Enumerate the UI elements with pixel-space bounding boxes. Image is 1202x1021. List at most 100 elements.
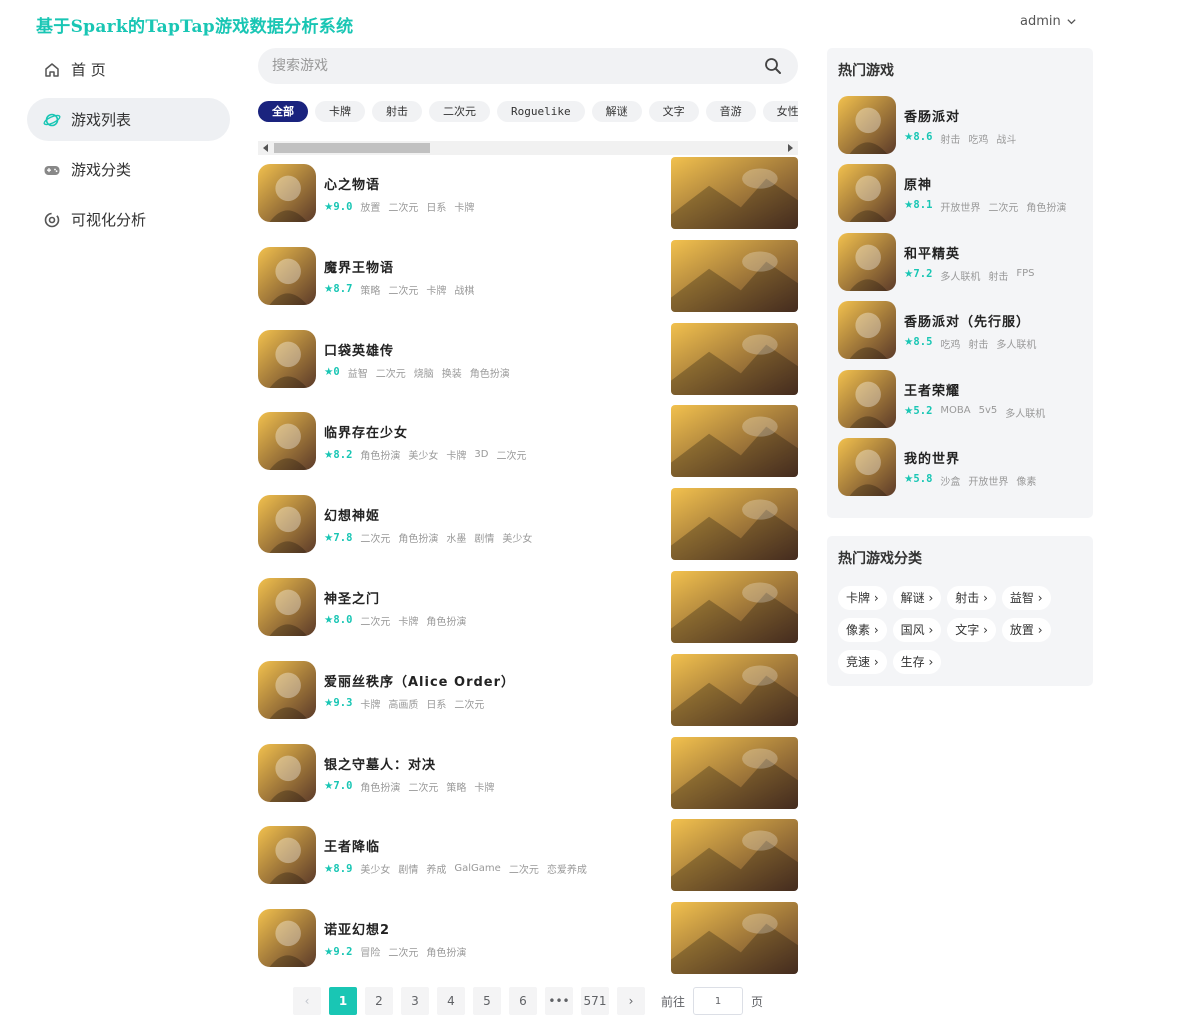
- game-icon[interactable]: [258, 329, 316, 388]
- scroll-left-icon[interactable]: [263, 144, 268, 152]
- tag-chip[interactable]: Roguelike: [497, 101, 585, 122]
- hot-game-name[interactable]: 和平精英: [904, 243, 960, 262]
- category-chip[interactable]: 文字 ›: [947, 618, 996, 642]
- game-icon[interactable]: [258, 909, 316, 968]
- game-banner[interactable]: [671, 819, 798, 892]
- category-chip[interactable]: 放置 ›: [1001, 618, 1051, 642]
- game-banner[interactable]: [671, 157, 798, 229]
- page-button[interactable]: 3: [401, 987, 429, 1015]
- tag-scrollbar[interactable]: [258, 141, 798, 155]
- hot-game-name[interactable]: 香肠派对: [904, 106, 960, 125]
- game-row[interactable]: 心之物语 ★9.0 放置 二次元 日系 卡牌: [258, 157, 798, 247]
- tag-chip[interactable]: 音游: [705, 101, 756, 122]
- game-icon[interactable]: [258, 826, 316, 885]
- game-row[interactable]: 银之守墓人：对决 ★7.0 角色扮演 二次元 策略 卡牌: [258, 736, 798, 827]
- game-name[interactable]: 幻想神姬: [324, 505, 380, 524]
- hot-game-name[interactable]: 王者荣耀: [904, 380, 960, 399]
- hot-game-item[interactable]: 香肠派对 ★8.6 射击 吃鸡 战斗: [838, 96, 1083, 154]
- category-chip[interactable]: 竞速 ›: [838, 650, 887, 674]
- category-chip[interactable]: 解谜 ›: [892, 586, 942, 610]
- page-button[interactable]: 5: [473, 987, 501, 1015]
- tag-chip[interactable]: 全部: [258, 101, 308, 122]
- tag-chip[interactable]: 射击: [372, 101, 422, 122]
- game-name[interactable]: 魔界王物语: [324, 257, 394, 276]
- hot-game-icon[interactable]: [838, 164, 896, 223]
- next-page-button[interactable]: ›: [617, 987, 645, 1015]
- game-name[interactable]: 银之守墓人：对决: [324, 754, 436, 773]
- game-icon[interactable]: [258, 164, 316, 222]
- hot-game-icon[interactable]: [838, 438, 896, 496]
- game-icon[interactable]: [258, 495, 316, 554]
- page-button[interactable]: 1: [329, 987, 357, 1015]
- hot-game-item[interactable]: 我的世界 ★5.8 沙盒 开放世界 像素: [838, 438, 1083, 496]
- hot-game-item[interactable]: 香肠派对（先行服） ★8.5 吃鸡 射击 多人联机: [838, 301, 1083, 360]
- tag-chip[interactable]: 女性: [762, 101, 798, 122]
- scroll-right-icon[interactable]: [788, 144, 793, 152]
- game-name[interactable]: 口袋英雄传: [324, 340, 394, 359]
- hot-game-item[interactable]: 原神 ★8.1 开放世界 二次元 角色扮演: [838, 164, 1083, 223]
- game-name[interactable]: 神圣之门: [324, 588, 380, 607]
- game-banner[interactable]: [671, 239, 798, 312]
- game-name[interactable]: 临界存在少女: [324, 422, 408, 441]
- game-row[interactable]: 口袋英雄传 ★0 益智 二次元 烧脑 换装 角色扮演: [258, 322, 798, 413]
- more-pages-button[interactable]: •••: [545, 987, 573, 1015]
- hot-game-icon[interactable]: [838, 369, 896, 428]
- sidebar-item-game-category[interactable]: 游戏分类: [27, 148, 230, 191]
- game-icon[interactable]: [258, 660, 316, 719]
- category-chip[interactable]: 国风 ›: [892, 618, 942, 642]
- category-chip[interactable]: 像素 ›: [838, 618, 887, 642]
- prev-page-button[interactable]: ‹: [293, 987, 321, 1015]
- game-row[interactable]: 临界存在少女 ★8.2 角色扮演 美少女 卡牌 3D 二次元: [258, 405, 798, 495]
- game-banner[interactable]: [671, 488, 798, 561]
- game-banner[interactable]: [671, 405, 798, 478]
- category-chip[interactable]: 卡牌 ›: [838, 586, 887, 610]
- game-name[interactable]: 心之物语: [324, 174, 380, 193]
- goto-page-input[interactable]: [693, 987, 744, 1015]
- page-button[interactable]: 2: [365, 987, 393, 1015]
- tag-chip[interactable]: 解谜: [591, 101, 642, 122]
- sidebar-item-visualization[interactable]: 可视化分析: [27, 198, 230, 241]
- page-button[interactable]: 6: [509, 987, 537, 1015]
- game-row[interactable]: 魔界王物语 ★8.7 策略 二次元 卡牌 战棋: [258, 239, 798, 330]
- game-row[interactable]: 王者降临 ★8.9 美少女 剧情 养成 GalGame 二次元 恋爱养成: [258, 819, 798, 909]
- game-name[interactable]: 爱丽丝秩序（Alice Order）: [324, 671, 515, 690]
- page-button[interactable]: 571: [581, 987, 609, 1015]
- game-name[interactable]: 王者降临: [324, 836, 380, 855]
- tag-chip[interactable]: 文字: [648, 101, 699, 122]
- game-banner[interactable]: [671, 570, 798, 643]
- game-name[interactable]: 诺亚幻想2: [324, 919, 390, 938]
- game-icon[interactable]: [258, 246, 316, 305]
- game-banner[interactable]: [671, 736, 798, 809]
- game-banner[interactable]: [671, 902, 798, 975]
- hot-game-name[interactable]: 香肠派对（先行服）: [904, 311, 1030, 330]
- game-icon[interactable]: [258, 577, 316, 636]
- game-row[interactable]: 神圣之门 ★8.0 二次元 卡牌 角色扮演: [258, 570, 798, 661]
- rating-value: 8.0: [333, 614, 353, 627]
- game-row[interactable]: 幻想神姬 ★7.8 二次元 角色扮演 水墨 剧情 美少女: [258, 488, 798, 578]
- search-input[interactable]: [272, 48, 752, 84]
- game-icon[interactable]: [258, 743, 316, 802]
- category-chip[interactable]: 益智 ›: [1001, 586, 1051, 610]
- hot-game-icon[interactable]: [838, 96, 896, 154]
- sidebar-item-game-list[interactable]: 游戏列表: [27, 98, 230, 141]
- hot-game-item[interactable]: 王者荣耀 ★5.2 MOBA 5v5 多人联机: [838, 369, 1083, 428]
- hot-game-name[interactable]: 原神: [904, 174, 932, 193]
- hot-game-name[interactable]: 我的世界: [904, 448, 960, 467]
- search-icon[interactable]: [764, 57, 782, 75]
- hot-game-icon[interactable]: [838, 232, 896, 291]
- game-row[interactable]: 爱丽丝秩序（Alice Order） ★9.3 卡牌 高画质 日系 二次元: [258, 653, 798, 744]
- scrollbar-thumb[interactable]: [274, 143, 430, 153]
- hot-game-icon[interactable]: [838, 301, 896, 360]
- game-banner[interactable]: [671, 322, 798, 395]
- category-chip[interactable]: 生存 ›: [892, 650, 942, 674]
- sidebar-item-home[interactable]: 首 页: [27, 48, 230, 91]
- category-chip[interactable]: 射击 ›: [947, 586, 996, 610]
- tag-chip[interactable]: 卡牌: [315, 101, 365, 122]
- hot-game-item[interactable]: 和平精英 ★7.2 多人联机 射击 FPS: [838, 232, 1083, 291]
- game-banner[interactable]: [671, 653, 798, 726]
- page-button[interactable]: 4: [437, 987, 465, 1015]
- tag-chip[interactable]: 二次元: [429, 101, 490, 122]
- user-menu[interactable]: admin: [1020, 14, 1077, 29]
- game-row[interactable]: 诺亚幻想2 ★9.2 冒险 二次元 角色扮演: [258, 902, 798, 992]
- game-icon[interactable]: [258, 412, 316, 471]
